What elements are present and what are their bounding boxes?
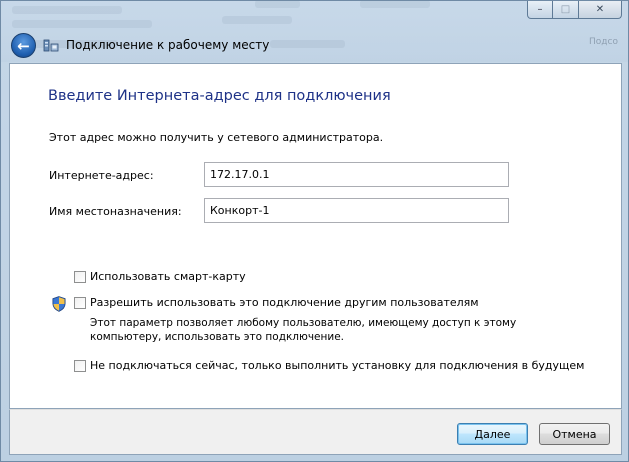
allow-others-checkbox[interactable] <box>74 297 86 309</box>
close-button[interactable]: ✕ <box>579 1 622 19</box>
button-bar: Далее Отмена <box>9 409 622 455</box>
page-description: Этот адрес можно получить у сетевого адм… <box>49 131 384 144</box>
next-button[interactable]: Далее <box>457 423 528 445</box>
page-heading: Введите Интернета-адрес для подключения <box>48 88 391 104</box>
wizard-window: – □ ✕ ← Подключение к рабочему месту Под… <box>0 0 629 462</box>
smart-card-label[interactable]: Использовать смарт-карту <box>90 270 246 283</box>
maximize-icon: □ <box>560 4 571 15</box>
content-panel: Введите Интернета-адрес для подключения … <box>9 63 622 409</box>
window-title: Подключение к рабочему месту <box>66 38 270 52</box>
back-arrow-icon: ← <box>17 36 30 55</box>
close-icon: ✕ <box>595 4 605 15</box>
cancel-button[interactable]: Отмена <box>539 423 610 445</box>
network-connection-icon <box>43 39 59 52</box>
allow-others-label[interactable]: Разрешить использовать это подключение д… <box>90 296 479 309</box>
smart-card-checkbox[interactable] <box>74 271 86 283</box>
dont-connect-now-label[interactable]: Не подключаться сейчас, только выполнить… <box>90 359 584 372</box>
destination-name-input[interactable] <box>204 198 509 223</box>
destination-name-label: Имя местоназначения: <box>49 205 182 218</box>
maximize-button[interactable]: □ <box>553 1 579 19</box>
uac-shield-icon <box>52 296 66 312</box>
background-text-fragment: Подсо <box>589 37 618 47</box>
internet-address-label: Интернете-адрес: <box>49 169 154 182</box>
back-button[interactable]: ← <box>11 33 36 58</box>
caption-buttons: – □ ✕ <box>527 1 622 20</box>
internet-address-input[interactable] <box>204 162 509 187</box>
dont-connect-now-checkbox[interactable] <box>74 360 86 372</box>
allow-others-note-line2: компьютеру, использовать это подключение… <box>90 331 344 343</box>
allow-others-note-line1: Этот параметр позволяет любому пользоват… <box>90 317 517 329</box>
minimize-icon: – <box>537 4 543 15</box>
minimize-button[interactable]: – <box>527 1 553 19</box>
